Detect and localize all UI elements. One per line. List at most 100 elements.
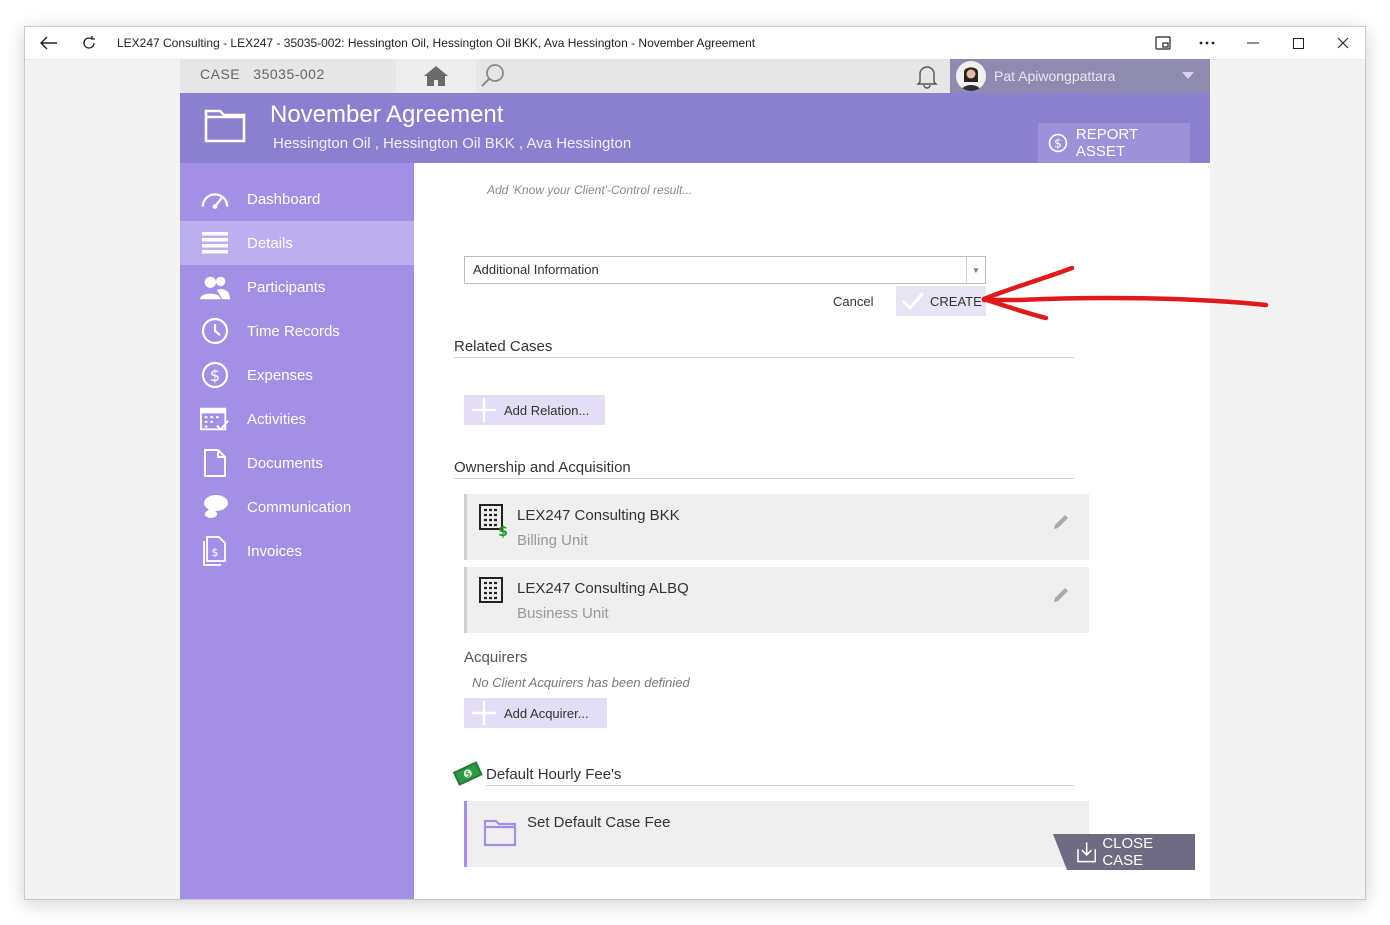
default-fees-heading: Default Hourly Fee's: [486, 766, 1074, 786]
chat-icon: [200, 492, 230, 522]
add-relation-button[interactable]: Add Relation...: [464, 395, 605, 425]
app-body: CASE 35035-002 Pat Apiwongpattara Novemb…: [180, 59, 1210, 899]
close-case-label: CLOSE CASE: [1102, 835, 1154, 869]
plus-icon: [464, 700, 504, 726]
cancel-button[interactable]: Cancel: [833, 294, 873, 309]
report-asset-label: REPORT ASSET: [1075, 126, 1138, 160]
title-bar: LEX247 Consulting - LEX247 - 35035-002: …: [25, 27, 1365, 60]
sidebar-item-expenses[interactable]: $ Expenses: [180, 353, 414, 397]
building-dollar-icon: $: [479, 504, 509, 543]
dropdown-value: Additional Information: [473, 262, 599, 277]
ellipsis-icon: [1199, 41, 1215, 45]
svg-text:$: $: [498, 524, 508, 538]
report-asset-button[interactable]: $ REPORT ASSET: [1038, 123, 1190, 163]
back-arrow-icon: [40, 36, 57, 50]
sidebar-item-label: Time Records: [247, 322, 340, 340]
home-icon: [424, 66, 448, 86]
dropdown-arrow-icon[interactable]: ▼: [966, 257, 985, 283]
create-button[interactable]: CREATE: [896, 286, 986, 316]
case-number: 35035-002: [253, 66, 325, 82]
home-button[interactable]: [396, 59, 476, 93]
user-menu[interactable]: Pat Apiwongpattara: [950, 59, 1210, 93]
sidebar-item-activities[interactable]: Activities: [180, 397, 414, 441]
document-icon: [200, 448, 230, 478]
billing-unit-card[interactable]: $ LEX247 Consulting BKK Billing Unit: [464, 494, 1089, 560]
minimize-icon: [1247, 42, 1259, 44]
close-window-button[interactable]: [1327, 27, 1359, 59]
add-acquirer-button[interactable]: Add Acquirer...: [464, 698, 607, 728]
unit-name: LEX247 Consulting BKK: [517, 507, 680, 524]
pencil-icon[interactable]: [1051, 512, 1071, 537]
set-default-fee-card[interactable]: Set Default Case Fee: [464, 801, 1089, 867]
folder-icon: [204, 109, 246, 143]
sidebar-item-communication[interactable]: Communication: [180, 485, 414, 529]
unit-type: Billing Unit: [517, 532, 588, 549]
money-icon: $: [452, 761, 483, 786]
avatar: [956, 61, 986, 91]
pencil-icon[interactable]: [1051, 585, 1071, 610]
more-button[interactable]: [1191, 27, 1223, 59]
maximize-button[interactable]: [1282, 27, 1314, 59]
case-indicator: CASE 35035-002: [200, 59, 325, 93]
sidebar-item-invoices[interactable]: $ Invoices: [180, 529, 414, 573]
gauge-icon: [200, 184, 230, 214]
svg-text:$: $: [212, 546, 219, 559]
top-bar: CASE 35035-002 Pat Apiwongpattara: [180, 59, 1210, 93]
building-icon: [479, 577, 505, 610]
user-photo-icon: [961, 67, 981, 91]
minimize-button[interactable]: [1237, 27, 1269, 59]
cast-button[interactable]: [1147, 27, 1179, 59]
section-type-dropdown[interactable]: Additional Information ▼: [464, 256, 986, 284]
sidebar-item-dashboard[interactable]: Dashboard: [180, 177, 414, 221]
unit-name: LEX247 Consulting ALBQ: [517, 580, 689, 597]
back-button[interactable]: [33, 27, 65, 59]
acquirers-empty-note: No Client Acquirers has been definied: [472, 675, 690, 690]
sidebar-item-label: Activities: [247, 410, 307, 428]
case-parties: Hessington Oil , Hessington Oil BKK , Av…: [273, 135, 632, 152]
details-panel: Add 'Know your Client'-Control result...…: [414, 163, 1210, 899]
acquirers-label: Acquirers: [464, 649, 528, 666]
sidebar-item-time-records[interactable]: Time Records: [180, 309, 414, 353]
sidebar-item-participants[interactable]: Participants: [180, 265, 414, 309]
sidebar-item-label: Communication: [247, 498, 352, 516]
maximize-icon: [1292, 37, 1304, 49]
bell-icon: [916, 66, 938, 89]
search-icon: [481, 64, 504, 87]
set-fee-label: Set Default Case Fee: [527, 814, 671, 831]
user-name: Pat Apiwongpattara: [994, 68, 1116, 84]
sidebar-item-label: Documents: [247, 454, 323, 472]
unit-type: Business Unit: [517, 605, 609, 622]
sidebar-item-label: Participants: [247, 278, 326, 296]
business-unit-card[interactable]: LEX247 Consulting ALBQ Business Unit: [464, 567, 1089, 633]
ownership-heading: Ownership and Acquisition: [454, 459, 1074, 479]
sidebar-item-documents[interactable]: Documents: [180, 441, 414, 485]
close-case-button[interactable]: CLOSE CASE: [1053, 834, 1195, 870]
add-relation-label: Add Relation...: [504, 402, 590, 418]
dollar-circle-icon: $: [200, 360, 230, 390]
svg-text:$: $: [210, 366, 220, 385]
page-title: November Agreement: [270, 101, 504, 128]
close-icon: [1337, 37, 1349, 49]
sidebar-item-label: Dashboard: [247, 190, 321, 208]
refresh-button[interactable]: [73, 27, 105, 59]
folder-icon: [483, 817, 517, 852]
plus-icon: [464, 397, 504, 423]
refresh-icon: [83, 36, 95, 49]
checkmark-icon: [902, 292, 924, 310]
related-cases-heading: Related Cases: [454, 338, 1074, 358]
search-button[interactable]: [480, 63, 508, 91]
app-window: LEX247 Consulting - LEX247 - 35035-002: …: [24, 26, 1366, 900]
case-header: November Agreement Hessington Oil , Hess…: [180, 93, 1210, 163]
chevron-down-icon: [1182, 72, 1194, 79]
notifications-button[interactable]: [914, 63, 942, 91]
cast-icon: [1155, 36, 1171, 50]
list-icon: [200, 228, 230, 258]
clock-icon: [200, 316, 230, 346]
sidebar-item-label: Details: [247, 234, 293, 252]
window-title: LEX247 Consulting - LEX247 - 35035-002: …: [117, 36, 756, 50]
kyc-placeholder[interactable]: Add 'Know your Client'-Control result...: [487, 183, 692, 197]
sidebar-item-details[interactable]: Details: [180, 221, 414, 265]
download-tray-icon: [1077, 842, 1097, 863]
people-icon: [200, 272, 230, 302]
invoice-icon: $: [200, 536, 230, 566]
